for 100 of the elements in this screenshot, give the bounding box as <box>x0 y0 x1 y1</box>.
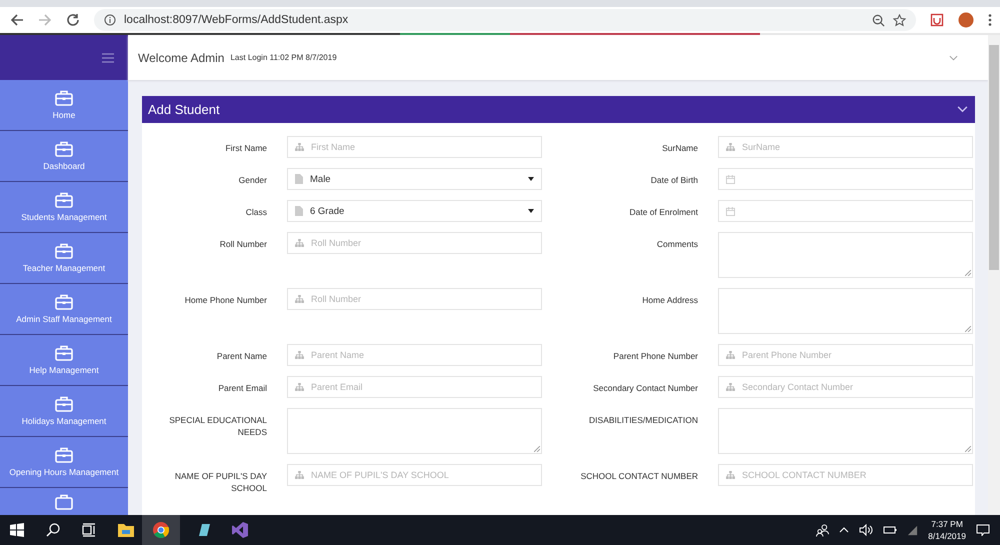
taskbar-active-app[interactable] <box>142 515 180 545</box>
chevron-down-icon[interactable] <box>957 106 968 113</box>
sitemap-icon <box>295 239 304 247</box>
chevron-down-icon[interactable] <box>949 54 958 60</box>
sidebar-item[interactable]: Admin Staff Management <box>0 284 128 335</box>
text-input-field[interactable]: Parent Email <box>287 376 542 398</box>
text-input-field[interactable]: Roll Number <box>287 288 542 310</box>
field-label: Date of Birth <box>650 174 698 186</box>
extension-icon[interactable] <box>930 13 944 27</box>
address-bar[interactable]: localhost:8097/WebForms/AddStudent.aspx <box>94 9 916 31</box>
text-input-field[interactable]: SCHOOL CONTACT NUMBER <box>718 464 973 486</box>
text-input-field[interactable]: SurName <box>718 136 973 158</box>
placeholder-text: Secondary Contact Number <box>742 382 854 392</box>
profile-avatar-icon[interactable] <box>958 12 974 28</box>
reload-icon[interactable] <box>66 13 80 27</box>
briefcase-icon <box>55 345 73 361</box>
sitemap-icon <box>726 351 735 359</box>
resize-grip-icon <box>965 446 971 452</box>
zoom-out-icon[interactable] <box>872 14 885 26</box>
briefcase-icon <box>55 494 73 510</box>
text-input-field[interactable]: Roll Number <box>287 232 542 254</box>
field-label: NAME OF PUPIL'S DAY SCHOOL <box>174 470 267 494</box>
text-input-field[interactable]: Parent Name <box>287 344 542 366</box>
placeholder-text: SCHOOL CONTACT NUMBER <box>742 470 866 480</box>
battery-icon[interactable] <box>883 525 898 535</box>
sidebar-item[interactable]: Dashboard <box>0 131 128 182</box>
field-label: First Name <box>224 142 267 154</box>
field-label: Parent Name <box>216 350 267 362</box>
scrollbar-thumb[interactable] <box>989 45 999 270</box>
back-arrow-icon[interactable] <box>10 13 24 27</box>
placeholder-text: Parent Name <box>311 350 364 360</box>
search-icon[interactable] <box>46 523 60 537</box>
info-icon <box>104 14 116 26</box>
field-label: Class <box>244 206 267 218</box>
task-view-icon[interactable] <box>82 523 96 537</box>
briefcase-icon <box>55 396 73 412</box>
text-input-field[interactable]: NAME OF PUPIL'S DAY SCHOOL <box>287 464 542 486</box>
field-label: SCHOOL CONTACT NUMBER <box>580 470 698 482</box>
scrollbar[interactable] <box>988 35 1000 515</box>
sidebar-item[interactable]: Teacher Management <box>0 233 128 284</box>
field-label: SPECIAL EDUCATIONAL NEEDS <box>168 414 267 438</box>
visual-studio-icon[interactable] <box>232 522 248 538</box>
menu-icon[interactable] <box>102 52 114 62</box>
sidebar-item[interactable]: Help Management <box>0 335 128 386</box>
briefcase-icon <box>55 90 73 106</box>
browser-app-icon <box>153 522 169 538</box>
text-input-field[interactable]: Secondary Contact Number <box>718 376 973 398</box>
panel-title: Add Student <box>148 102 220 117</box>
field-label: Home Phone Number <box>184 294 267 306</box>
calendar-icon <box>726 206 735 216</box>
text-area-field[interactable] <box>718 408 973 454</box>
placeholder-text: Parent Email <box>311 382 363 392</box>
star-icon[interactable] <box>893 14 906 26</box>
windows-start-icon[interactable] <box>10 523 24 537</box>
sidebar-item[interactable]: Home <box>0 80 128 131</box>
briefcase-icon <box>55 243 73 259</box>
sidebar-item[interactable]: Opening Hours Management <box>0 437 128 488</box>
field-label: Roll Number <box>218 238 267 250</box>
field-label: Secondary Contact Number <box>592 382 698 394</box>
sitemap-icon <box>726 383 735 391</box>
text-area-field[interactable] <box>718 288 973 334</box>
welcome-text: Welcome Admin <box>138 50 224 64</box>
sitemap-icon <box>726 471 735 479</box>
caret-down-icon <box>528 209 534 213</box>
placeholder-text: SurName <box>742 142 780 152</box>
app-icon[interactable] <box>196 522 212 538</box>
people-icon[interactable] <box>816 524 830 536</box>
field-label: Home Address <box>641 294 698 306</box>
field-label: SurName <box>661 142 698 154</box>
text-input-field[interactable]: Parent Phone Number <box>718 344 973 366</box>
field-label: Parent Phone Number <box>612 350 698 362</box>
placeholder-text: Roll Number <box>311 238 362 248</box>
briefcase-icon <box>55 192 73 208</box>
select-field[interactable]: Male <box>287 168 542 190</box>
sitemap-icon <box>726 143 735 151</box>
resize-grip-icon <box>965 326 971 332</box>
text-input-field[interactable]: First Name <box>287 136 542 158</box>
placeholder-text: Roll Number <box>311 294 362 304</box>
taskbar-clock[interactable]: 7:37 PM 8/14/2019 <box>928 518 966 542</box>
notification-icon[interactable] <box>976 524 990 536</box>
last-login-text: Last Login 11:02 PM 8/7/2019 <box>230 53 337 62</box>
file-icon <box>295 174 303 184</box>
sitemap-icon <box>295 471 304 479</box>
briefcase-icon <box>55 447 73 463</box>
sidebar-item[interactable]: Students Management <box>0 182 128 233</box>
speaker-icon[interactable] <box>859 524 874 536</box>
sitemap-icon <box>295 351 304 359</box>
wifi-icon[interactable] <box>907 524 918 536</box>
date-input-field[interactable] <box>718 200 973 222</box>
calendar-icon <box>726 174 735 184</box>
text-area-field[interactable] <box>287 408 542 454</box>
field-label: Parent Email <box>217 382 267 394</box>
folder-icon[interactable] <box>118 523 134 537</box>
select-field[interactable]: 6 Grade <box>287 200 542 222</box>
text-area-field[interactable] <box>718 232 973 278</box>
sidebar-item[interactable]: Holidays Management <box>0 386 128 437</box>
date-input-field[interactable] <box>718 168 973 190</box>
chevron-up-icon[interactable] <box>839 527 850 533</box>
field-label: Date of Enrolment <box>628 206 698 218</box>
menu-icon[interactable] <box>988 13 992 27</box>
